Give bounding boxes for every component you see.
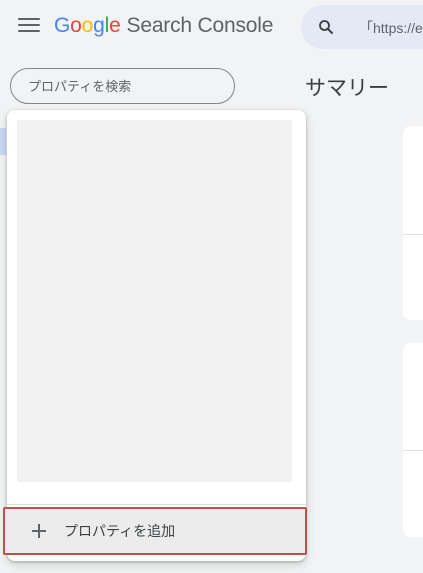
card-divider (403, 234, 423, 235)
property-search-input[interactable] (11, 69, 234, 103)
card-divider (403, 450, 423, 451)
url-inspection-text: 「https://e (359, 20, 423, 36)
dropdown-divider (7, 504, 306, 505)
search-icon (319, 20, 333, 34)
search-console-logo[interactable]: Google Search Console (54, 14, 273, 38)
search-console-page: GoogleSearch Console 「https://e サマリー プロパ… (0, 0, 423, 573)
property-search-field[interactable] (10, 68, 235, 104)
add-property-button[interactable]: プロパティを追加 (3, 507, 307, 555)
page-title: サマリー (305, 77, 389, 100)
logo-letter: G (54, 14, 71, 37)
hamburger-menu-icon[interactable] (18, 18, 40, 36)
url-inspection-bar[interactable]: 「https://e (301, 5, 423, 49)
summary-card (403, 126, 423, 320)
summary-card (403, 343, 423, 537)
property-list[interactable] (17, 120, 292, 482)
add-property-label: プロパティを追加 (64, 523, 176, 539)
product-name: Search Console (126, 14, 274, 37)
logo-letter: o (81, 14, 94, 37)
logo-letter: g (93, 14, 105, 37)
plus-icon (32, 524, 46, 538)
logo-letter: o (70, 14, 82, 37)
active-nav-indicator (0, 128, 6, 155)
logo-letter: e (109, 14, 121, 37)
property-dropdown: プロパティを追加 (3, 110, 307, 561)
